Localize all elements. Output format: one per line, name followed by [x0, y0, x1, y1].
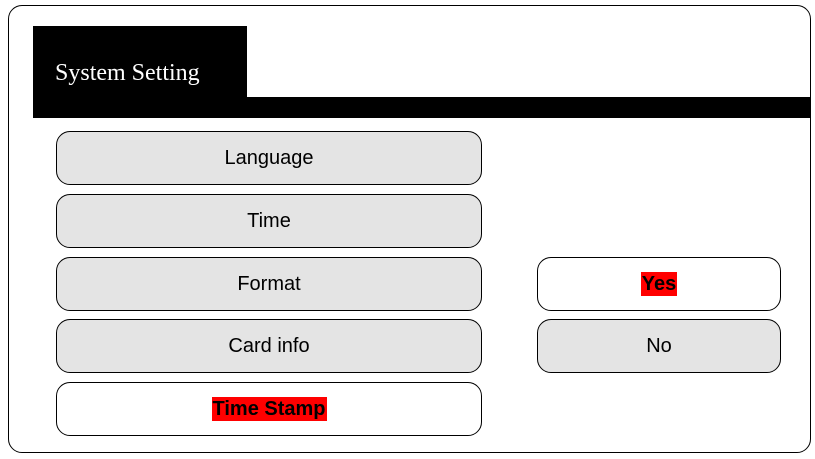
menu-item-language[interactable]: Language	[56, 131, 482, 185]
settings-screen: System Setting Language Time Format Card…	[8, 5, 811, 453]
option-label: No	[646, 334, 672, 357]
option-no-button[interactable]: No	[537, 319, 781, 373]
option-label-highlighted: Yes	[640, 272, 678, 296]
menu-item-label-highlighted: Time Stamp	[211, 397, 327, 421]
menu-item-label: Language	[224, 146, 314, 169]
menu-item-time-stamp[interactable]: Time Stamp	[56, 382, 482, 436]
menu-item-label: Format	[237, 272, 301, 295]
menu-item-format[interactable]: Format	[56, 257, 482, 311]
page-title: System Setting	[55, 60, 200, 86]
header-bar	[33, 97, 810, 118]
menu-item-time[interactable]: Time	[56, 194, 482, 248]
menu-item-label: Card info	[228, 334, 310, 357]
menu-item-label: Time	[247, 209, 291, 232]
option-yes-button[interactable]: Yes	[537, 257, 781, 311]
menu-item-card-info[interactable]: Card info	[56, 319, 482, 373]
